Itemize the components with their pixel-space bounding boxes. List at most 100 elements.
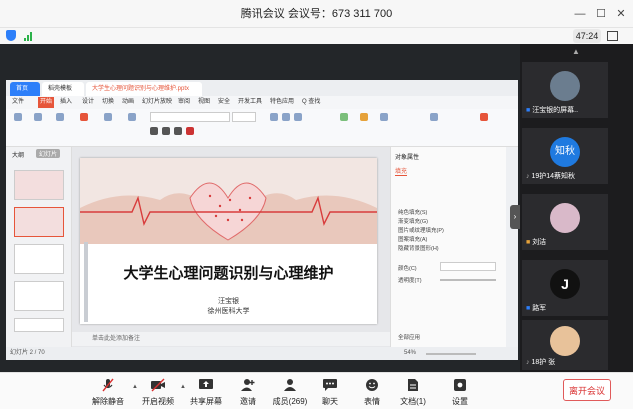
start-video-button[interactable]: 开启视频 (138, 375, 178, 409)
meeting-title: 腾讯会议 会议号：673 311 700 (240, 8, 393, 20)
find-replace-icon[interactable] (430, 113, 438, 121)
members-button[interactable]: 成员(269) (268, 375, 312, 409)
paste-icon[interactable] (14, 113, 22, 121)
participant-name: ♪ 19护14蔡知秋 (526, 173, 576, 180)
slide-thumbnail[interactable] (14, 318, 64, 332)
scroll-up-icon[interactable]: ▲ (570, 48, 582, 56)
settings-icon (454, 379, 466, 391)
avatar: 知秋 (550, 137, 580, 167)
menu-review[interactable]: 审阅 (178, 97, 190, 108)
expand-panel-icon[interactable]: › (510, 205, 520, 229)
menu-developer[interactable]: 开发工具 (238, 97, 262, 108)
participant-name: ■ 汪宝银的屏幕.. (526, 107, 579, 114)
menu-design[interactable]: 设计 (82, 97, 94, 108)
transparency-slider[interactable] (440, 279, 496, 281)
invite-icon (241, 379, 255, 391)
settings-button[interactable]: 设置 (444, 375, 476, 409)
menu-file[interactable]: 文件 (12, 97, 24, 108)
fill-option[interactable]: 纯色填充(S) (398, 208, 427, 216)
menu-search[interactable]: Q 查找 (302, 97, 320, 108)
menu-security[interactable]: 安全 (218, 97, 230, 108)
fill-option[interactable]: 隐藏背景图形(H) (398, 244, 439, 252)
zoom-level[interactable]: 54% (404, 347, 416, 360)
ppt-tab-document[interactable]: 大学生心理问题识别与心理维护.pptx (86, 82, 202, 96)
participant-tile[interactable]: J ■ 路军 (522, 260, 608, 316)
layout-ribbon-icon[interactable] (104, 113, 112, 121)
slide-organization: 徐州医科大学 (207, 308, 250, 315)
fill-option[interactable]: 渐变填充(G) (398, 217, 428, 225)
participant-tile[interactable]: ■ 刘洁 (522, 194, 608, 250)
network-signal-icon[interactable] (24, 31, 34, 41)
reactions-button[interactable]: 表情 (356, 375, 388, 409)
align-right-icon[interactable] (294, 113, 302, 121)
textbox-icon[interactable] (380, 113, 388, 121)
ppt-tab-home[interactable]: 首页 (10, 82, 40, 96)
share-screen-icon (199, 379, 213, 389)
layout-icon[interactable] (607, 31, 618, 41)
leave-meeting-button[interactable]: 离开会议 (563, 379, 611, 401)
invite-label: 邀请 (240, 397, 256, 406)
bold-icon[interactable] (150, 127, 158, 135)
slide-author: 汪宝银 (218, 298, 239, 305)
ppt-tab-templates[interactable]: 稻壳模板 (42, 82, 84, 96)
share-screen-label: 共享屏幕 (190, 397, 222, 406)
slide-thumbnail[interactable] (14, 281, 64, 311)
slide-thumbnail[interactable] (14, 244, 64, 274)
apply-all-button[interactable]: 全部应用 (398, 333, 420, 341)
fill-option[interactable]: 图案填充(A) (398, 235, 427, 243)
menu-start[interactable]: 开始 (38, 97, 55, 108)
reset-icon[interactable] (128, 113, 136, 121)
font-select[interactable] (150, 112, 230, 122)
chat-label: 聊天 (322, 397, 338, 406)
properties-title: 对象属性 (395, 155, 420, 161)
italic-icon[interactable] (162, 127, 170, 135)
arrange-icon[interactable] (360, 113, 368, 121)
participant-tile[interactable]: ♪ 18护 张 (522, 320, 608, 370)
font-size-select[interactable] (232, 112, 256, 122)
fill-tab[interactable]: 填充 (395, 166, 408, 176)
color-field-label: 颜色(C) (398, 266, 417, 272)
new-slide-icon[interactable] (80, 113, 88, 121)
format-painter-icon[interactable] (56, 113, 64, 121)
slides-tab[interactable]: 幻灯片 (36, 149, 61, 158)
align-left-icon[interactable] (270, 113, 278, 121)
font-color-icon[interactable] (186, 127, 194, 135)
participant-tile[interactable]: 知秋 ♪ 19护14蔡知秋 (522, 128, 608, 184)
zoom-slider[interactable] (426, 353, 476, 355)
underline-icon[interactable] (174, 127, 182, 135)
notes-pane[interactable]: 单击此处添加备注 (72, 332, 390, 346)
align-center-icon[interactable] (282, 113, 290, 121)
menu-transition[interactable]: 切换 (102, 97, 114, 108)
avatar (550, 326, 580, 356)
chat-button[interactable]: 聊天 (314, 375, 346, 409)
invite-button[interactable]: 邀请 (232, 375, 264, 409)
menu-animation[interactable]: 动画 (122, 97, 134, 108)
outline-tab[interactable]: 大纲 (12, 150, 24, 159)
share-screen-button[interactable]: 共享屏幕 (186, 375, 226, 409)
fill-option[interactable]: 图片或纹理填充(P) (398, 226, 444, 234)
color-select[interactable] (440, 262, 496, 271)
menu-view[interactable]: 视图 (198, 97, 210, 108)
slide-thumbnail[interactable] (14, 170, 64, 200)
unmute-button[interactable]: 解除静音 (88, 375, 128, 409)
menu-features[interactable]: 特色应用 (270, 97, 294, 108)
mic-muted-icon (102, 378, 114, 392)
meeting-timer: 47:24 (573, 29, 601, 43)
participant-name: ■ 路军 (526, 305, 547, 312)
text-tools-icon[interactable] (480, 113, 488, 121)
participant-name: ♪ 18护 张 (526, 359, 556, 366)
unmute-label: 解除静音 (92, 397, 124, 406)
documents-button[interactable]: 文档(1) (394, 375, 432, 409)
participant-tile[interactable]: ■ 汪宝银的屏幕.. (522, 62, 608, 118)
menu-insert[interactable]: 插入 (60, 97, 72, 108)
maximize-icon[interactable]: ☐ (593, 6, 609, 22)
shape-icon[interactable] (340, 113, 348, 121)
reactions-label: 表情 (364, 397, 380, 406)
minimize-icon[interactable]: — (572, 6, 588, 22)
menu-slideshow[interactable]: 幻灯片放映 (142, 97, 172, 108)
cut-icon[interactable] (34, 113, 42, 121)
security-shield-icon[interactable] (6, 30, 16, 41)
slide-thumbnail-selected[interactable] (14, 207, 64, 237)
settings-label: 设置 (452, 397, 468, 406)
close-icon[interactable]: ✕ (613, 6, 629, 22)
